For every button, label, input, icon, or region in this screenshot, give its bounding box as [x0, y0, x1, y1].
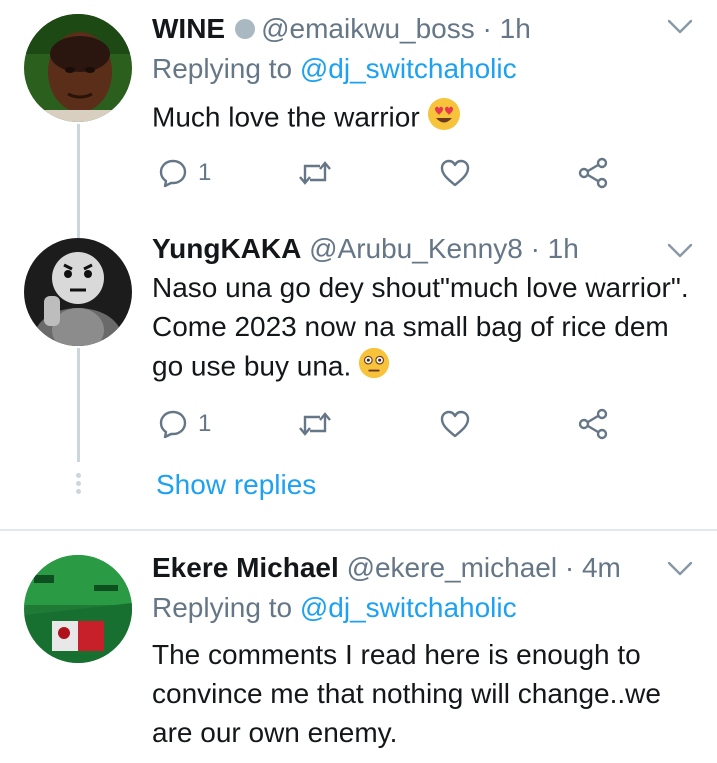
- tweet-text: Much love the warrior: [152, 96, 692, 142]
- thread-line: [77, 230, 80, 238]
- tweet-time: · 4m: [564, 552, 621, 583]
- share-icon: [578, 157, 608, 189]
- avatar[interactable]: [24, 14, 132, 122]
- thread-dots: [76, 473, 81, 497]
- tweet-1[interactable]: WINE @emaikwu_boss · 1h Replying to @dj_s…: [0, 0, 717, 230]
- show-replies-link[interactable]: Show replies: [156, 468, 316, 502]
- share-icon: [578, 408, 608, 440]
- tweet-header: YungKAKA @Arubu_Kenny8 · 1h: [152, 232, 579, 266]
- tweet-actions: 1: [152, 404, 622, 444]
- reply-count: 1: [198, 410, 212, 437]
- replying-to: Replying to @dj_switchaholic: [152, 592, 517, 623]
- thread-line: [77, 348, 80, 462]
- tweet-header: WINE @emaikwu_boss · 1h: [152, 12, 531, 46]
- share-button[interactable]: [578, 153, 610, 193]
- tweet-time: · 1h: [482, 13, 531, 44]
- flushed-face-emoji-icon: [357, 346, 391, 390]
- author-handle[interactable]: @Arubu_Kenny8: [309, 233, 523, 264]
- avatar[interactable]: [24, 238, 132, 346]
- retweet-button[interactable]: [298, 153, 332, 193]
- chevron-down-icon[interactable]: [666, 560, 694, 578]
- reply-count: 1: [198, 159, 212, 186]
- thread-line: [77, 124, 80, 230]
- tweet-2[interactable]: YungKAKA @Arubu_Kenny8 · 1h Naso una go …: [0, 230, 717, 530]
- tweet-time: · 1h: [530, 233, 579, 264]
- tweet-actions: 1: [152, 153, 622, 193]
- reply-icon: [159, 410, 187, 439]
- like-button[interactable]: [439, 404, 471, 444]
- retweet-icon: [299, 412, 331, 436]
- replying-to: Replying to @dj_switchaholic: [152, 53, 517, 84]
- author-name[interactable]: Ekere Michael: [152, 552, 339, 583]
- heart-icon: [440, 159, 470, 187]
- chevron-down-icon[interactable]: [666, 18, 694, 36]
- mention-link[interactable]: @dj_switchaholic: [300, 592, 517, 623]
- tweet-text: Naso una go dey shout"much love warrior"…: [152, 268, 692, 390]
- retweet-button[interactable]: [298, 404, 332, 444]
- tweet-3[interactable]: Ekere Michael @ekere_michael · 4m Replyi…: [0, 531, 717, 763]
- reply-button[interactable]: 1: [158, 153, 211, 193]
- reply-icon: [159, 159, 187, 188]
- author-handle[interactable]: @ekere_michael: [347, 552, 558, 583]
- mention-link[interactable]: @dj_switchaholic: [300, 53, 517, 84]
- heart-eyes-emoji-icon: [426, 96, 462, 142]
- like-button[interactable]: [439, 153, 471, 193]
- status-dot-icon: [235, 18, 256, 39]
- avatar[interactable]: [24, 555, 132, 663]
- retweet-icon: [299, 161, 331, 185]
- author-handle[interactable]: @emaikwu_boss: [261, 13, 475, 44]
- author-name[interactable]: WINE: [152, 13, 225, 44]
- reply-button[interactable]: 1: [158, 404, 211, 444]
- chevron-down-icon[interactable]: [666, 242, 694, 260]
- heart-icon: [440, 410, 470, 438]
- tweet-header: Ekere Michael @ekere_michael · 4m: [152, 551, 621, 585]
- tweet-text: The comments I read here is enough to co…: [152, 639, 661, 748]
- share-button[interactable]: [578, 404, 610, 444]
- author-name[interactable]: YungKAKA: [152, 233, 301, 264]
